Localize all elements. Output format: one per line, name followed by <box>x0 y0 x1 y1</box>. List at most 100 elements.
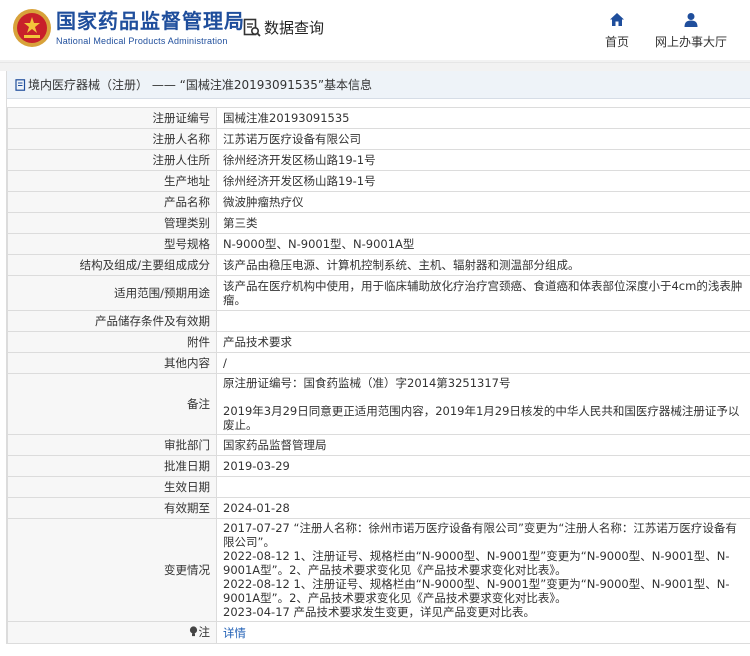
document-icon <box>15 78 26 91</box>
nav-online-service[interactable]: 网上办事大厅 <box>655 12 727 50</box>
field-value-text: 2019-03-29 <box>223 459 290 473</box>
field-value: 徐州经济开发区杨山路19-1号 <box>216 170 750 192</box>
field-value-text: 产品技术要求 <box>223 335 292 349</box>
field-value-text: 国械注准20193091535 <box>223 111 350 125</box>
field-value-text: / <box>223 356 227 370</box>
field-label: 附件 <box>7 331 217 353</box>
table-row: 结构及组成/主要组成成分 该产品由稳压电源、计算机控制系统、主机、辐射器和测温部分… <box>7 254 750 276</box>
site-header: 国家药品监督管理局 National Medical Products Admi… <box>0 0 750 63</box>
field-value-text: 微波肿瘤热疗仪 <box>223 195 304 209</box>
field-value: N-9000型、N-9001型、N-9001A型 <box>216 233 750 255</box>
field-value-text: 国家药品监督管理局 <box>223 438 327 452</box>
field-value-text: 徐州经济开发区杨山路19-1号 <box>223 153 376 167</box>
brand[interactable]: 国家药品监督管理局 National Medical Products Admi… <box>56 10 245 46</box>
table-row: 批准日期 2019-03-29 <box>7 455 750 477</box>
field-label: 注册证编号 <box>7 107 217 129</box>
field-label-text: 变更情况 <box>164 563 210 577</box>
table-row: 管理类别 第三类 <box>7 212 750 234</box>
field-value: 国家药品监督管理局 <box>216 434 750 456</box>
field-value: 该产品由稳压电源、计算机控制系统、主机、辐射器和测温部分组成。 <box>216 254 750 276</box>
nav-home-label: 首页 <box>605 35 630 49</box>
field-value: 徐州经济开发区杨山路19-1号 <box>216 149 750 171</box>
table-row: 备注 原注册证编号：国食药监械（准）字2014第3251317号 2019年3月29… <box>7 373 750 435</box>
brand-title-en: National Medical Products Administration <box>56 36 228 46</box>
table-row: 注册证编号 国械注准20193091535 <box>7 107 750 129</box>
detail-title-bar: 境内医疗器械（注册） —— “国械注准20193091535”基本信息 <box>7 71 750 99</box>
field-label: 有效期至 <box>7 497 217 519</box>
field-label: 结构及组成/主要组成成分 <box>7 254 217 276</box>
field-label-text: 生效日期 <box>164 480 210 494</box>
brand-title-cn: 国家药品监督管理局 <box>56 9 245 33</box>
field-label-text: 注册证编号 <box>152 111 211 125</box>
field-value: 详情 <box>216 621 750 644</box>
value-line: 2022-08-12 1、注册证号、规格栏由“N-9000型、N-9001型”变… <box>223 577 730 605</box>
details-link[interactable]: 详情 <box>223 626 246 640</box>
field-label-text: 产品储存条件及有效期 <box>95 314 210 328</box>
table-row: 其他内容 / <box>7 352 750 374</box>
value-line: 2022-08-12 1、注册证号、规格栏由“N-9000型、N-9001型”变… <box>223 549 730 577</box>
nav-online-service-label: 网上办事大厅 <box>655 35 728 49</box>
table-row: 产品储存条件及有效期 <box>7 310 750 332</box>
field-label: 管理类别 <box>7 212 217 234</box>
field-label-text: 型号规格 <box>164 237 210 251</box>
field-value <box>216 310 750 332</box>
field-value: 该产品在医疗机构中使用，用于临床辅助放化疗治疗宫颈癌、食道癌和体表部位深度小于4… <box>216 275 750 311</box>
field-label-text: 管理类别 <box>164 216 210 230</box>
table-row: 生效日期 <box>7 476 750 498</box>
data-query-label: 数据查询 <box>264 19 325 37</box>
field-value: 国械注准20193091535 <box>216 107 750 129</box>
emblem-logo[interactable] <box>12 8 52 48</box>
table-row: 注册人住所 徐州经济开发区杨山路19-1号 <box>7 149 750 171</box>
table-row: 注详情 <box>7 621 750 644</box>
lightbulb-icon <box>189 626 198 640</box>
field-label: 批准日期 <box>7 455 217 477</box>
field-label-text: 结构及组成/主要组成成分 <box>79 258 210 272</box>
field-label: 生产地址 <box>7 170 217 192</box>
field-label-text: 附件 <box>187 335 210 349</box>
field-label: 审批部门 <box>7 434 217 456</box>
field-label: 产品储存条件及有效期 <box>7 310 217 332</box>
table-row: 适用范围/预期用途 该产品在医疗机构中使用，用于临床辅助放化疗治疗宫颈癌、食道癌和… <box>7 275 750 311</box>
field-label-text: 审批部门 <box>164 438 210 452</box>
field-label: 型号规格 <box>7 233 217 255</box>
field-value: 产品技术要求 <box>216 331 750 353</box>
field-value: 2017-07-27 “注册人名称：徐州市诺万医疗设备有限公司”变更为“注册人名… <box>216 518 750 622</box>
data-query-link[interactable]: 数据查询 <box>243 17 324 38</box>
table-row: 生产地址 徐州经济开发区杨山路19-1号 <box>7 170 750 192</box>
table-row: 审批部门 国家药品监督管理局 <box>7 434 750 456</box>
table-row: 变更情况 2017-07-27 “注册人名称：徐州市诺万医疗设备有限公司”变更为“… <box>7 518 750 622</box>
field-label: 其他内容 <box>7 352 217 374</box>
field-label-text: 产品名称 <box>164 195 210 209</box>
field-value-text: 徐州经济开发区杨山路19-1号 <box>223 174 376 188</box>
field-label-text: 注册人住所 <box>152 153 211 167</box>
field-value: 微波肿瘤热疗仪 <box>216 191 750 213</box>
user-icon <box>683 12 699 29</box>
field-label: 注册人名称 <box>7 128 217 150</box>
home-icon <box>609 12 625 29</box>
field-label-text: 批准日期 <box>164 459 210 473</box>
value-line: 2017-07-27 “注册人名称：徐州市诺万医疗设备有限公司”变更为“注册人名… <box>223 521 737 549</box>
field-value-text: N-9000型、N-9001型、N-9001A型 <box>223 237 415 251</box>
detail-panel: 境内医疗器械（注册） —— “国械注准20193091535”基本信息 注册证编… <box>6 71 750 644</box>
field-label-text: 生产地址 <box>164 174 210 188</box>
field-label: 注册人住所 <box>7 149 217 171</box>
nav-home[interactable]: 首页 <box>605 12 629 50</box>
field-label-text: 注册人名称 <box>152 132 211 146</box>
table-row: 附件 产品技术要求 <box>7 331 750 353</box>
table-row: 有效期至 2024-01-28 <box>7 497 750 519</box>
field-value: 江苏诺万医疗设备有限公司 <box>216 128 750 150</box>
table-row: 型号规格 N-9000型、N-9001型、N-9001A型 <box>7 233 750 255</box>
detail-title: 境内医疗器械（注册） —— “国械注准20193091535”基本信息 <box>28 78 373 92</box>
field-label-text: 适用范围/预期用途 <box>114 286 210 300</box>
value-line: 原注册证编号：国食药监械（准）字2014第3251317号 <box>223 376 511 390</box>
value-line: 2023-04-17 产品技术要求发生变更，详见产品变更对比表。 <box>223 605 535 619</box>
field-value: 原注册证编号：国食药监械（准）字2014第3251317号 2019年3月29日同… <box>216 373 750 435</box>
field-value: 2019-03-29 <box>216 455 750 477</box>
field-label: 适用范围/预期用途 <box>7 275 217 311</box>
table-row: 注册人名称 江苏诺万医疗设备有限公司 <box>7 128 750 150</box>
field-value-text: 该产品在医疗机构中使用，用于临床辅助放化疗治疗宫颈癌、食道癌和体表部位深度小于4… <box>223 279 743 307</box>
field-label-text: 其他内容 <box>164 356 210 370</box>
field-label: 产品名称 <box>7 191 217 213</box>
field-label-text: 备注 <box>187 397 210 411</box>
